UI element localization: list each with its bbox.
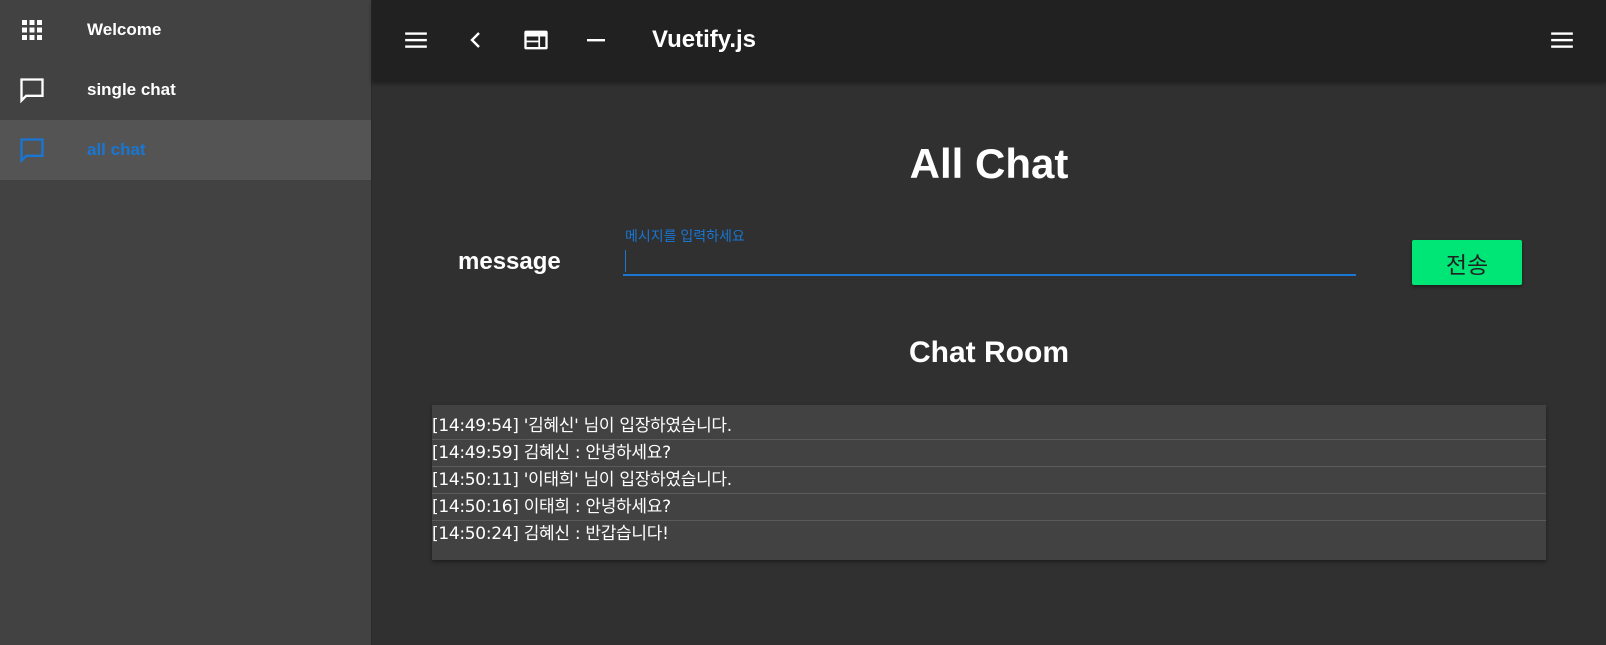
chat-message-list: [14:49:54] '김혜신' 님이 입장하였습니다. [14:49:59] … <box>432 405 1546 560</box>
web-layout-icon <box>522 26 550 59</box>
message-field: 메시지를 입력하세요 <box>623 222 1356 280</box>
page-title: All Chat <box>909 140 1069 187</box>
chat-message: [14:50:11] '이태희' 님이 입장하였습니다. <box>432 467 1546 494</box>
chat-message: [14:49:59] 김혜신 : 안녕하세요? <box>432 440 1546 467</box>
minus-icon <box>584 28 608 57</box>
sidebar-item-label: single chat <box>87 80 176 99</box>
app-root: Welcome single chat all chat Vuetify.js … <box>0 0 1606 645</box>
send-button[interactable]: 전송 <box>1412 240 1522 285</box>
menu-button[interactable] <box>396 22 436 62</box>
chat-message: [14:50:24] 김혜신 : 반갑습니다! <box>432 524 669 544</box>
text-caret <box>625 250 626 272</box>
right-menu-button[interactable] <box>1542 22 1582 62</box>
chat-room-title: Chat Room <box>909 336 1069 369</box>
navigation-drawer: Welcome single chat all chat <box>0 0 372 645</box>
menu-icon <box>403 27 429 58</box>
chat-message: [14:50:16] 이태희 : 안녕하세요? <box>432 494 1546 521</box>
chat-message: [14:49:54] '김혜신' 님이 입장하였습니다. <box>432 413 1546 440</box>
sidebar-item-label: Welcome <box>87 20 162 39</box>
toolbar-title: Vuetify.js <box>652 26 757 53</box>
chat-bubble-icon <box>18 136 46 164</box>
message-input[interactable] <box>623 244 1356 276</box>
chat-bubble-icon <box>18 76 46 104</box>
app-toolbar: Vuetify.js <box>372 0 1606 82</box>
sidebar-item-single-chat[interactable]: single chat <box>0 60 371 120</box>
message-label: message <box>458 248 561 275</box>
layout-button[interactable] <box>516 22 556 62</box>
sidebar-item-all-chat[interactable]: all chat <box>0 120 371 180</box>
sidebar-item-welcome[interactable]: Welcome <box>0 0 371 60</box>
menu-icon <box>1549 27 1575 58</box>
back-button[interactable] <box>456 22 496 62</box>
minimize-button[interactable] <box>576 22 616 62</box>
message-field-hint: 메시지를 입력하세요 <box>625 228 745 244</box>
sidebar-item-label: all chat <box>87 140 146 159</box>
apps-grid-icon <box>18 16 46 44</box>
chevron-left-icon <box>464 28 488 57</box>
